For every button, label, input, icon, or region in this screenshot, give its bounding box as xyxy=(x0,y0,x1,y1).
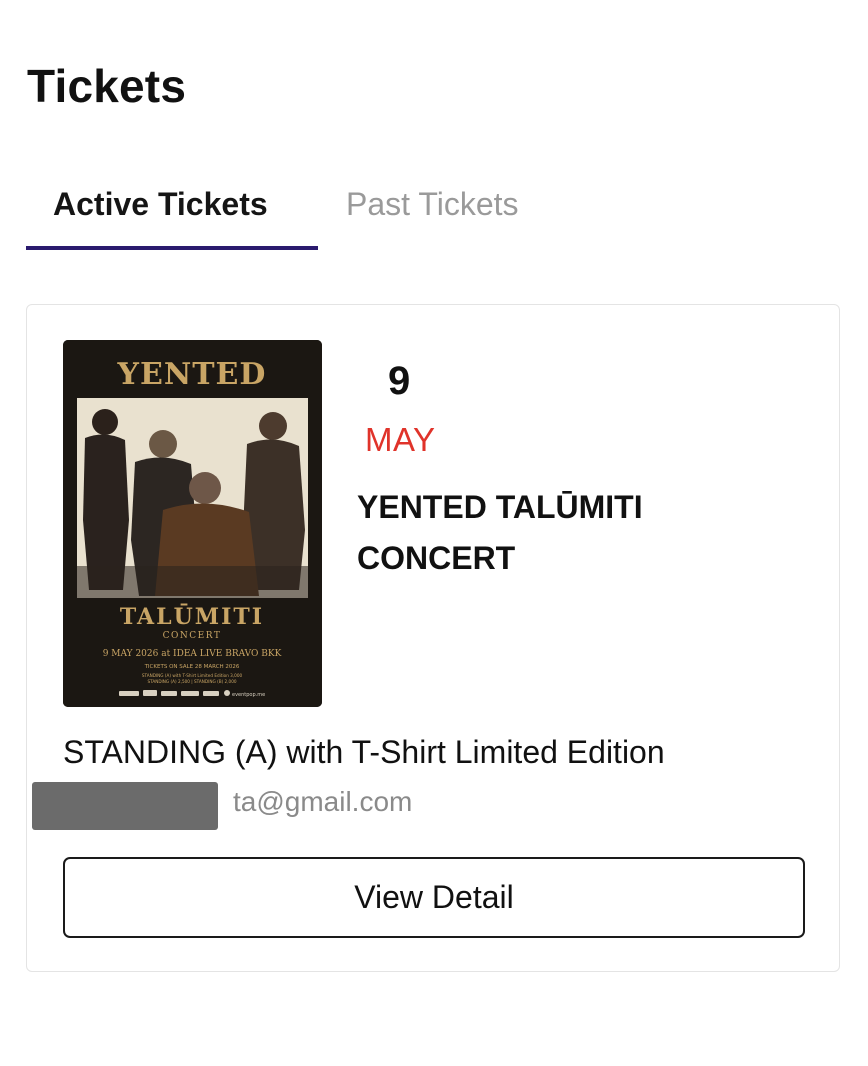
email-redaction-overlay xyxy=(32,782,218,830)
poster-price-line-2: STANDING (A) 2,500 | STANDING (B) 2,000 xyxy=(147,679,236,684)
event-poster-image[interactable]: YENTED TALŪMITI CONCERT 9 MAY 2026 at ID… xyxy=(63,340,322,707)
page-title: Tickets xyxy=(27,60,187,112)
event-title: YENTED TALŪMITI CONCERT xyxy=(357,489,643,576)
poster-on-sale-text: TICKETS ON SALE 28 MARCH 2026 xyxy=(144,664,240,670)
tab-past-tickets[interactable]: Past Tickets xyxy=(346,182,519,226)
view-detail-button[interactable]: View Detail xyxy=(63,857,805,938)
event-date-month: MAY xyxy=(365,421,436,458)
tab-active-tickets[interactable]: Active Tickets xyxy=(53,182,268,226)
poster-subtitle-text: CONCERT xyxy=(163,631,222,641)
poster-brand-text: YENTED xyxy=(117,357,267,392)
poster-date-venue-text: 9 MAY 2026 at IDEA LIVE BRAVO BKK xyxy=(103,649,282,659)
tickets-page: Tickets Active Tickets Past Tickets YENT… xyxy=(0,0,868,1066)
poster-price-line-1: STANDING (A) with T-Shirt Limited Editio… xyxy=(142,673,243,678)
event-date-day: 9 xyxy=(388,359,411,403)
poster-title-text: TALŪMITI xyxy=(120,603,264,630)
email-visible-part: ta@gmail.com xyxy=(233,786,413,817)
poster-sponsor-text: eventpop.me xyxy=(232,692,265,698)
ticket-type: STANDING (A) with T-Shirt Limited Editio… xyxy=(63,734,665,770)
active-tab-indicator xyxy=(26,246,318,250)
